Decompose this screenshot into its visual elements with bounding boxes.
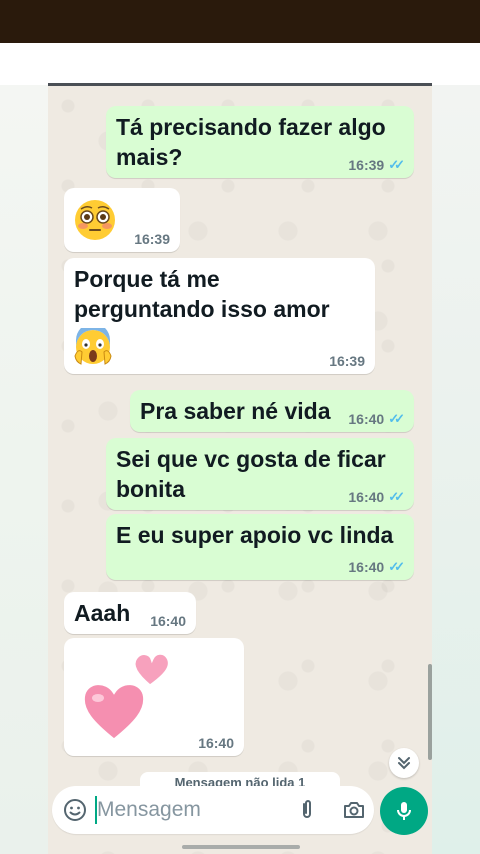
camera-icon: [344, 802, 364, 818]
message-time: 16:40: [348, 489, 385, 505]
emoji-button[interactable]: [63, 798, 87, 827]
blurred-background-left: [0, 85, 50, 854]
message-time: 16:40: [198, 735, 234, 751]
voice-message-button[interactable]: [380, 787, 428, 835]
flushed-face-icon: [75, 200, 115, 240]
double-check-icon: ✓✓: [388, 559, 405, 574]
screaming-face-icon: [74, 328, 112, 365]
message-bubble-incoming[interactable]: Porque tá me perguntando isso amor 16:39: [64, 258, 375, 374]
two-hearts-icon: [81, 651, 171, 742]
message-time: 16:39: [348, 157, 385, 173]
message-time: 16:39: [134, 231, 170, 247]
message-meta: 16:40 ✓✓: [348, 489, 405, 505]
message-time: 16:39: [329, 353, 365, 369]
message-text: Porque tá me perguntando isso amor: [74, 266, 330, 322]
message-text: E eu super apoio vc linda: [116, 522, 394, 548]
attach-button[interactable]: [295, 798, 319, 827]
microphone-icon: [397, 802, 411, 820]
message-bubble-outgoing[interactable]: Sei que vc gosta de ficar bonita 16:40 ✓…: [106, 438, 414, 510]
emoji-icon: [64, 799, 86, 821]
double-check-icon: ✓✓: [388, 489, 405, 504]
message-bubble-outgoing[interactable]: E eu super apoio vc linda 16:40 ✓✓: [106, 514, 414, 580]
message-meta: 16:40 ✓✓: [348, 559, 405, 575]
message-bubble-incoming[interactable]: 16:39: [64, 188, 180, 252]
message-meta: 16:39: [134, 231, 170, 247]
message-bubble-outgoing[interactable]: Tá precisando fazer algo mais? 16:39 ✓✓: [106, 106, 414, 178]
blurred-background-right: [430, 85, 480, 854]
message-time: 16:40: [348, 559, 385, 575]
scrollbar[interactable]: [428, 664, 432, 760]
message-input[interactable]: Mensagem: [97, 797, 201, 823]
message-time: 16:40: [348, 411, 385, 427]
message-bubble-incoming[interactable]: Aaah 16:40: [64, 592, 196, 634]
status-bar: [0, 0, 480, 43]
double-chevron-down-icon: [398, 757, 410, 770]
paperclip-icon: [303, 800, 311, 818]
message-meta: 16:40: [198, 735, 234, 751]
home-indicator: [182, 845, 300, 849]
camera-button[interactable]: [342, 798, 366, 827]
message-meta: 16:40: [150, 613, 186, 629]
double-check-icon: ✓✓: [388, 411, 405, 426]
message-bubble-incoming[interactable]: 16:40: [64, 638, 244, 756]
double-check-icon: ✓✓: [388, 157, 405, 172]
message-meta: 16:39: [329, 353, 365, 369]
scroll-to-bottom-button[interactable]: [389, 748, 419, 778]
message-meta: 16:40 ✓✓: [348, 411, 405, 427]
message-meta: 16:39 ✓✓: [348, 157, 405, 173]
message-bubble-outgoing[interactable]: Pra saber né vida 16:40 ✓✓: [130, 390, 414, 432]
message-time: 16:40: [150, 613, 186, 629]
